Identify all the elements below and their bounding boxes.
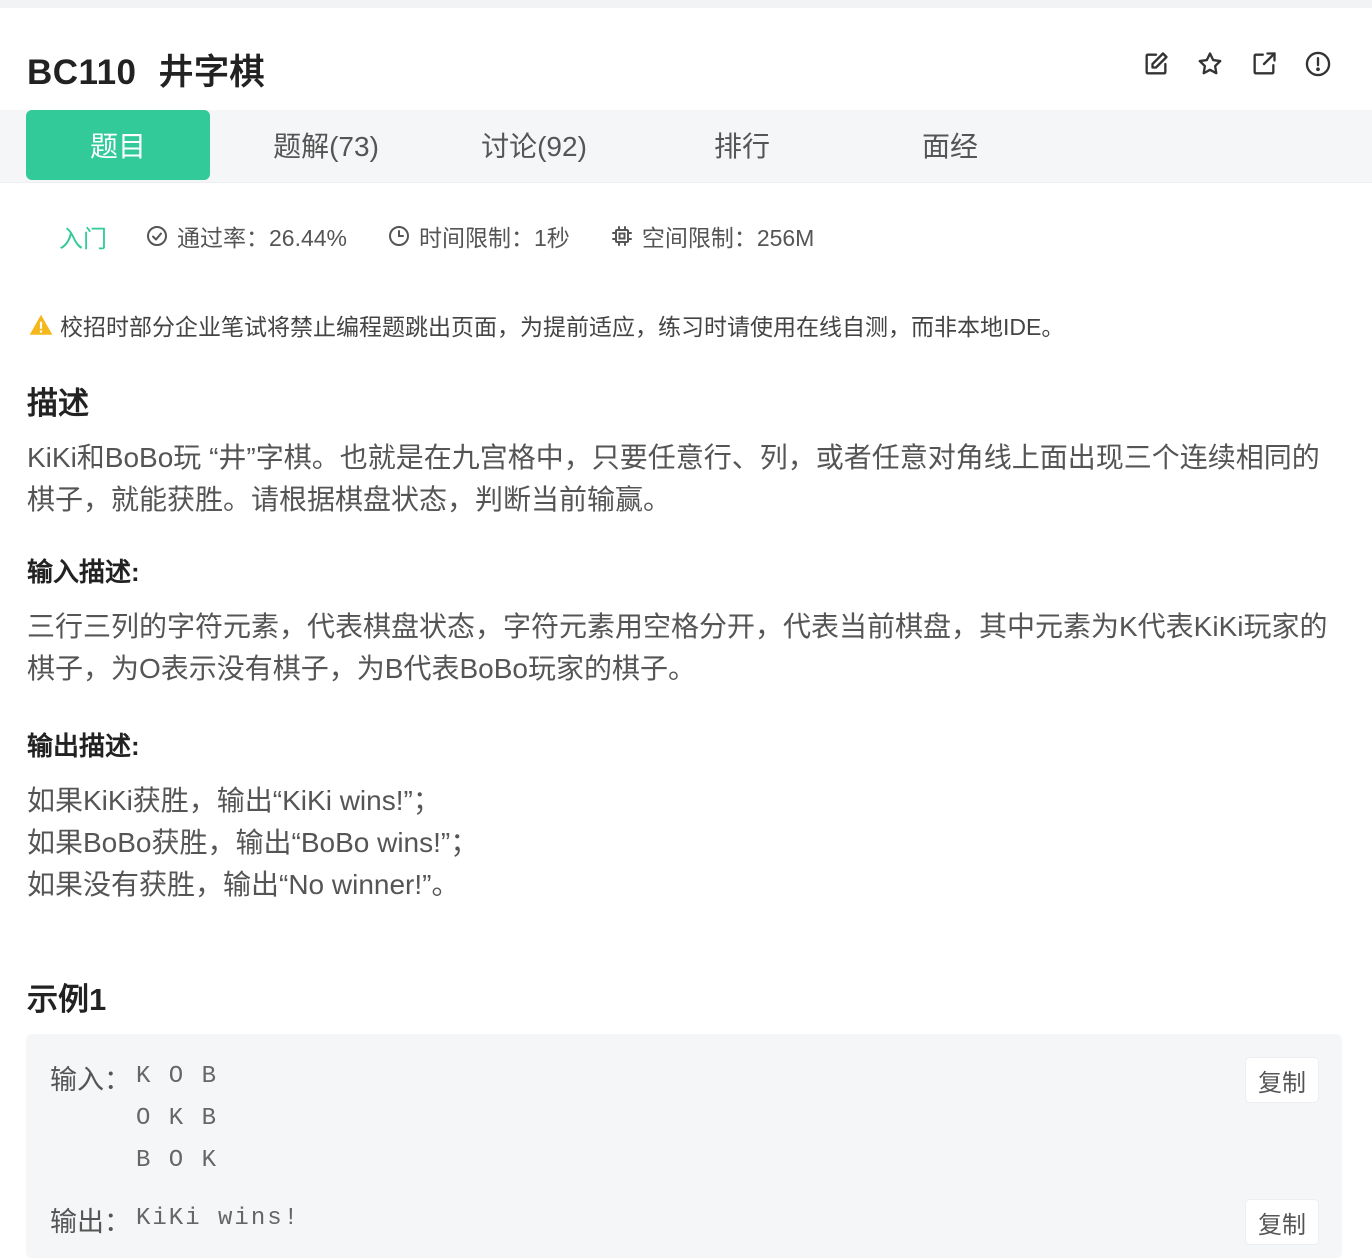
time-limit: 时间限制：1秒 xyxy=(387,219,570,253)
header-actions xyxy=(1140,48,1334,80)
output-line: 如果KiKi获胜，输出“KiKi wins!”； xyxy=(27,785,441,816)
problem-id: BC110 xyxy=(27,53,137,92)
tab-problem[interactable]: 题目 xyxy=(26,110,210,180)
copy-output-button[interactable]: 复制 xyxy=(1246,1200,1318,1244)
top-strip xyxy=(0,0,1372,8)
output-value: KiKi wins! xyxy=(136,1205,301,1232)
time-limit-text: 时间限制：1秒 xyxy=(419,225,570,251)
report-icon[interactable] xyxy=(1302,48,1334,80)
tab-solutions[interactable]: 题解(73) xyxy=(234,110,418,180)
exam-warning: 校招时部分企业笔试将禁止编程题跳出页面，为提前适应，练习时请使用在线自测，而非本… xyxy=(28,308,1064,342)
input-desc-heading: 输入描述: xyxy=(27,557,140,587)
tab-interview[interactable]: 面经 xyxy=(858,110,1042,180)
pass-rate: 通过率：26.44% xyxy=(145,219,347,253)
check-circle-icon xyxy=(147,226,167,246)
star-icon[interactable] xyxy=(1194,48,1226,80)
example-box: 输入： K O B O K B B O K 复制 输出： KiKi wins! … xyxy=(26,1034,1342,1258)
tab-discussion[interactable]: 讨论(92) xyxy=(442,110,626,180)
memory-limit: 空间限制：256M xyxy=(610,219,815,253)
example-heading: 示例1 xyxy=(27,982,107,1017)
warning-text: 校招时部分企业笔试将禁止编程题跳出页面，为提前适应，练习时请使用在线自测，而非本… xyxy=(60,314,1065,340)
output-line: 如果BoBo获胜，输出“BoBo wins!”； xyxy=(27,827,479,858)
edit-icon[interactable] xyxy=(1140,48,1172,80)
difficulty-badge: 入门 xyxy=(59,225,107,253)
output-label: 输出： xyxy=(50,1207,131,1237)
description-heading: 描述 xyxy=(27,386,89,421)
input-desc-text: 三行三列的字符元素，代表棋盘状态，字符元素用空格分开，代表当前棋盘，其中元素为K… xyxy=(27,611,1328,684)
memory-limit-text: 空间限制：256M xyxy=(641,225,815,251)
example-input-row: 输入： K O B O K B B O K xyxy=(50,1058,218,1182)
output-line: 如果没有获胜，输出“No winner!”。 xyxy=(27,869,460,900)
problem-meta: 入门 通过率：26.44% 时间限制：1秒 空间限制：256M xyxy=(59,219,854,253)
output-desc-heading: 输出描述: xyxy=(27,731,140,761)
clock-icon xyxy=(389,226,410,246)
copy-input-button[interactable]: 复制 xyxy=(1246,1058,1318,1102)
problem-title: 井字棋 xyxy=(158,53,266,92)
pass-rate-text: 通过率：26.44% xyxy=(177,225,348,251)
tab-ranking[interactable]: 排行 xyxy=(650,110,834,180)
page-title: BC110 井字棋 xyxy=(27,44,265,95)
problem-tabs: 题目 题解(73) 讨论(92) 排行 面经 xyxy=(0,110,1372,183)
description-text: KiKi和BoBo玩 “井”字棋。也就是在九宫格中，只要任意行、列，或者任意对角… xyxy=(27,442,1320,515)
problem-header: BC110 井字棋 xyxy=(0,8,1372,110)
output-desc-text: 如果KiKi获胜，输出“KiKi wins!”； 如果BoBo获胜，输出“BoB… xyxy=(27,780,1337,906)
warning-icon xyxy=(29,314,53,335)
share-icon[interactable] xyxy=(1248,48,1280,80)
input-label: 输入： xyxy=(50,1065,131,1095)
input-value: K O B O K B B O K xyxy=(136,1063,219,1174)
example-output-row: 输出： KiKi wins! xyxy=(50,1200,300,1240)
chip-icon xyxy=(611,226,632,246)
